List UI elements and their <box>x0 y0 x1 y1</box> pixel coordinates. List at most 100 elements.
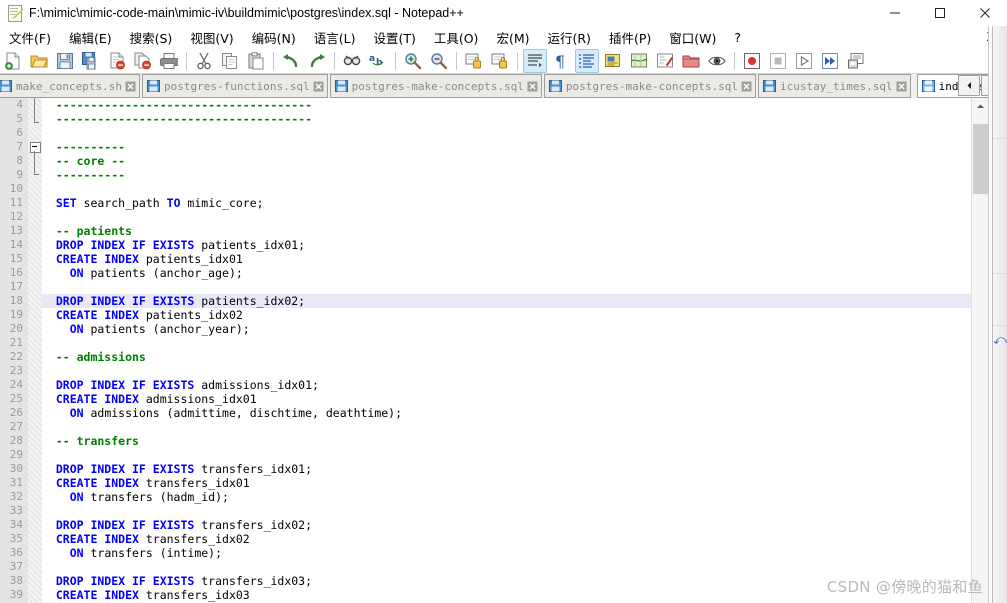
code-line[interactable] <box>42 420 989 434</box>
save-all-icon[interactable] <box>79 49 103 73</box>
close-icon[interactable] <box>741 81 752 92</box>
menu-help[interactable]: ? <box>725 28 750 47</box>
code-line[interactable] <box>42 210 989 224</box>
tab-postgres-make-concepts-sql-2[interactable]: postgres-make-concepts.sql <box>543 74 757 98</box>
menu-search[interactable]: 搜索(S) <box>121 26 182 49</box>
open-file-icon[interactable] <box>27 49 51 73</box>
code-line[interactable]: CREATE INDEX transfers_idx01 <box>42 476 989 490</box>
tab-make-concepts-sh[interactable]: make_concepts.sh <box>0 74 140 98</box>
replace-icon[interactable]: a b <box>366 49 390 73</box>
close-file-icon[interactable] <box>105 49 129 73</box>
menu-encoding[interactable]: 编码(N) <box>243 26 305 49</box>
sync-vertical-scroll-icon[interactable] <box>462 49 486 73</box>
macro-play-icon[interactable] <box>792 49 816 73</box>
menu-language[interactable]: 语言(L) <box>305 26 365 49</box>
show-all-characters-icon[interactable]: ¶ <box>549 49 573 73</box>
code-line[interactable]: -- transfers <box>42 434 989 448</box>
document-map-icon[interactable] <box>627 49 651 73</box>
tab-postgres-make-concepts-sql-1[interactable]: postgres-make-concepts.sql <box>329 74 542 98</box>
code-line[interactable]: CREATE INDEX admissions_idx01 <box>42 392 989 406</box>
fold-margin[interactable] <box>28 98 42 603</box>
menu-macro[interactable]: 宏(M) <box>487 26 538 49</box>
code-line[interactable]: ON patients (anchor_age); <box>42 266 989 280</box>
code-line[interactable]: CREATE INDEX transfers_idx02 <box>42 532 989 546</box>
cut-icon[interactable] <box>192 49 216 73</box>
code-line[interactable] <box>42 126 989 140</box>
code-line[interactable]: DROP INDEX IF EXISTS patients_idx01; <box>42 238 989 252</box>
redo-icon[interactable] <box>305 49 329 73</box>
code-line[interactable]: -- admissions <box>42 350 989 364</box>
code-line[interactable] <box>42 560 989 574</box>
word-wrap-icon[interactable] <box>523 48 547 73</box>
close-icon[interactable] <box>313 81 324 92</box>
close-icon[interactable] <box>125 81 136 92</box>
undo-icon[interactable] <box>279 49 303 73</box>
code-line[interactable]: ON admissions (admittime, dischtime, dea… <box>42 406 989 420</box>
monitoring-icon[interactable] <box>705 49 729 73</box>
zoom-in-icon[interactable] <box>401 49 425 73</box>
close-icon[interactable] <box>527 81 538 92</box>
minimize-button[interactable] <box>872 0 917 26</box>
menu-file[interactable]: 文件(F) <box>0 26 60 49</box>
code-line[interactable]: -- patients <box>42 224 989 238</box>
menu-run[interactable]: 运行(R) <box>538 26 599 49</box>
copy-icon[interactable] <box>218 49 242 73</box>
code-line[interactable]: -- core -- <box>42 154 989 168</box>
find-icon[interactable] <box>340 49 364 73</box>
fold-collapse-box[interactable] <box>30 142 41 153</box>
menu-plugins[interactable]: 插件(P) <box>600 26 660 49</box>
code-line[interactable]: ON transfers (hadm_id); <box>42 490 989 504</box>
tab-icustay-times-sql[interactable]: icustay_times.sql <box>758 74 911 98</box>
code-line[interactable]: DROP INDEX IF EXISTS patients_idx02; <box>42 294 989 308</box>
editor-vertical-scrollbar[interactable] <box>971 98 989 603</box>
zoom-out-icon[interactable] <box>427 49 451 73</box>
close-button[interactable] <box>962 0 1007 26</box>
save-icon[interactable] <box>53 49 77 73</box>
code-line[interactable] <box>42 504 989 518</box>
line-number: 17 <box>9 280 23 293</box>
menu-view[interactable]: 视图(V) <box>181 26 242 49</box>
tab-scroll-prev-icon[interactable] <box>958 75 980 96</box>
code-line[interactable]: ---------- <box>42 168 989 182</box>
tab-postgres-functions-sql[interactable]: postgres-functions.sql <box>141 74 328 98</box>
code-line[interactable] <box>42 182 989 196</box>
scrollbar-thumb[interactable] <box>973 124 988 194</box>
sync-horizontal-scroll-icon[interactable] <box>488 49 512 73</box>
code-line[interactable]: CREATE INDEX patients_idx01 <box>42 252 989 266</box>
code-line[interactable] <box>42 336 989 350</box>
code-content[interactable]: ------------------------------------- --… <box>42 98 989 603</box>
code-line[interactable]: ------------------------------------- <box>42 98 989 112</box>
print-icon[interactable] <box>157 49 181 73</box>
code-line[interactable] <box>42 448 989 462</box>
indent-guide-icon[interactable] <box>575 48 599 73</box>
code-line[interactable]: SET search_path TO mimic_core; <box>42 196 989 210</box>
code-editor[interactable]: 4 5 6 7 8 9 10 11 12 13 14 15 16 17 18 19 20 21 22 23 24 25 26… <box>0 98 989 603</box>
code-line[interactable]: ON transfers (intime); <box>42 546 989 560</box>
folder-as-workspace-icon[interactable] <box>679 49 703 73</box>
macro-playback-multiple-icon[interactable] <box>818 49 842 73</box>
menu-settings[interactable]: 设置(T) <box>364 26 424 49</box>
menu-window[interactable]: 窗口(W) <box>660 26 725 49</box>
code-line[interactable]: DROP INDEX IF EXISTS admissions_idx01; <box>42 378 989 392</box>
code-line[interactable]: ------------------------------------- <box>42 112 989 126</box>
function-list-icon[interactable] <box>653 49 677 73</box>
code-line[interactable] <box>42 280 989 294</box>
code-line[interactable]: CREATE INDEX patients_idx02 <box>42 308 989 322</box>
code-line[interactable]: ON patients (anchor_year); <box>42 322 989 336</box>
user-defined-language-icon[interactable] <box>601 49 625 73</box>
macro-save-icon[interactable] <box>844 49 868 73</box>
code-line[interactable] <box>42 364 989 378</box>
macro-record-icon[interactable] <box>740 49 764 73</box>
code-line[interactable]: ---------- <box>42 140 989 154</box>
code-line[interactable]: DROP INDEX IF EXISTS transfers_idx01; <box>42 462 989 476</box>
macro-stop-icon[interactable] <box>766 49 790 73</box>
code-line[interactable]: DROP INDEX IF EXISTS transfers_idx02; <box>42 518 989 532</box>
new-file-icon[interactable] <box>1 49 25 73</box>
close-icon[interactable] <box>896 81 907 92</box>
maximize-button[interactable] <box>917 0 962 26</box>
close-all-icon[interactable] <box>131 49 155 73</box>
menu-tools[interactable]: 工具(O) <box>425 26 488 49</box>
scroll-up-icon[interactable] <box>972 98 989 114</box>
paste-icon[interactable] <box>244 49 268 73</box>
menu-edit[interactable]: 编辑(E) <box>60 26 121 49</box>
